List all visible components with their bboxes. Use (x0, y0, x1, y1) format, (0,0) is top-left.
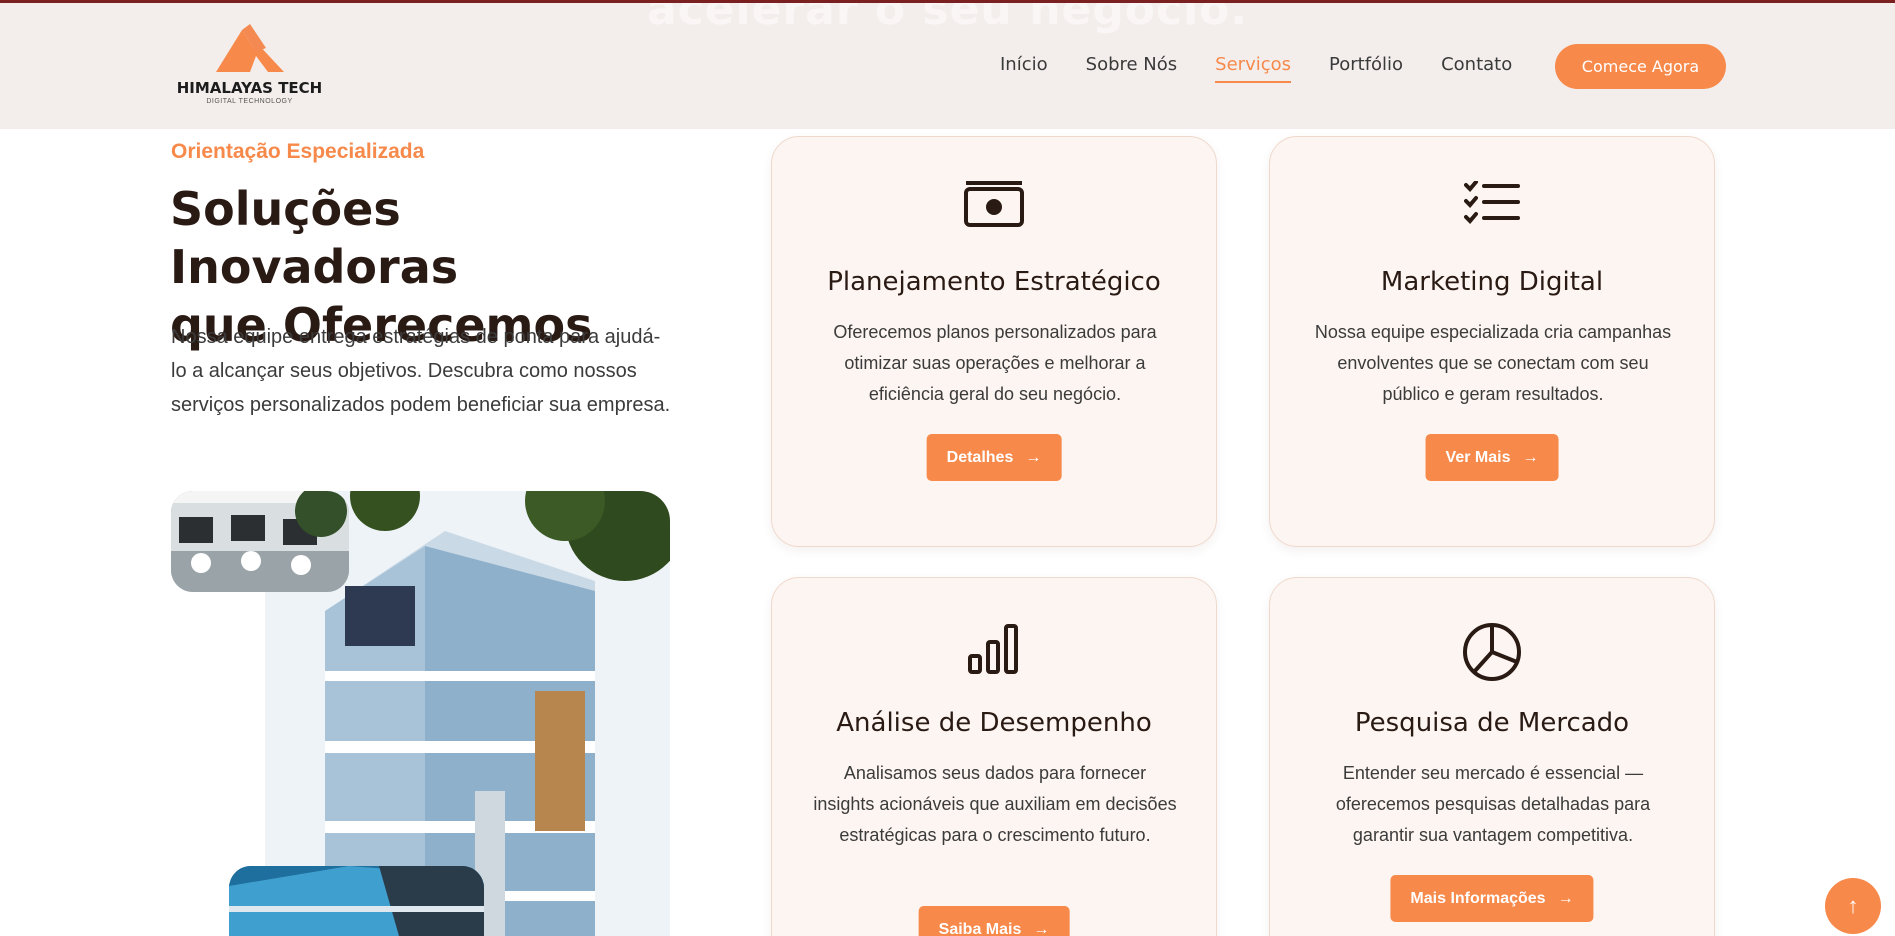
section-intro-text: Nossa equipe entrega estratégias de pont… (171, 326, 671, 416)
checklist-icon (1270, 181, 1714, 237)
office-interior-photo (171, 491, 349, 592)
learn-more-button[interactable]: Saiba Mais → (918, 906, 1070, 936)
main-nav: Início Sobre Nós Serviços Portfólio Cont… (1000, 54, 1512, 83)
button-label: Mais Informações (1410, 889, 1546, 907)
button-label: Ver Mais (1445, 448, 1511, 466)
arrow-up-icon: ↑ (1847, 893, 1859, 918)
service-title: Análise de Desempenho (836, 708, 1152, 738)
service-description: Entender seu mercado é essencial — ofere… (1335, 763, 1651, 845)
service-card-analise: Análise de Desempenho Analisamos seus da… (771, 577, 1217, 936)
service-card-pesquisa: Pesquisa de Mercado Entender seu mercado… (1269, 577, 1715, 936)
nav-link-inicio[interactable]: Início (1000, 54, 1048, 83)
top-border (0, 0, 1895, 3)
more-info-button[interactable]: Mais Informações → (1390, 875, 1594, 922)
site-header: acelerar o seu negócio. HIMALAYAS TECH D… (0, 0, 1895, 129)
service-description: Nossa equipe especializada cria campanha… (1314, 322, 1672, 404)
nav-link-contato[interactable]: Contato (1441, 54, 1512, 83)
nav-link-sobre-nos[interactable]: Sobre Nós (1086, 54, 1178, 83)
nav-link-servicos[interactable]: Serviços (1215, 54, 1291, 83)
pie-chart-icon (1270, 622, 1714, 681)
nav-link-portfolio[interactable]: Portfólio (1329, 54, 1403, 83)
see-more-button[interactable]: Ver Mais → (1425, 434, 1559, 481)
brand-name: HIMALAYAS TECH (176, 79, 323, 97)
background-section-heading: acelerar o seu negócio. (646, 0, 1249, 35)
arrow-right-icon: → (1522, 448, 1539, 466)
get-started-button[interactable]: Comece Agora (1555, 44, 1726, 89)
service-description: Analisamos seus dados para fornecer insi… (813, 763, 1177, 845)
section-eyebrow: Orientação Especializada (171, 140, 425, 163)
service-description: Oferecemos planos personalizados para ot… (833, 322, 1157, 404)
service-title: Marketing Digital (1380, 267, 1604, 297)
building-detail-photo (229, 866, 484, 936)
service-card-marketing: Marketing Digital Nossa equipe especiali… (1269, 136, 1715, 547)
scroll-to-top-button[interactable]: ↑ (1825, 878, 1881, 934)
service-title: Pesquisa de Mercado (1354, 708, 1630, 738)
brand-logo[interactable]: HIMALAYAS TECH DIGITAL TECHNOLOGY (172, 24, 327, 110)
money-icon (772, 181, 1216, 237)
brand-tagline: DIGITAL TECHNOLOGY (206, 98, 293, 105)
bar-chart-icon (772, 622, 1216, 678)
arrow-right-icon: → (1557, 889, 1574, 907)
service-card-planejamento: Planejamento Estratégico Oferecemos plan… (771, 136, 1217, 547)
arrow-right-icon: → (1033, 920, 1050, 936)
title-line-1: Soluções Inovadoras (170, 182, 459, 294)
service-title: Planejamento Estratégico (827, 267, 1161, 297)
arrow-right-icon: → (1025, 448, 1042, 466)
button-label: Saiba Mais (938, 920, 1022, 936)
details-button[interactable]: Detalhes → (926, 434, 1062, 481)
button-label: Detalhes (946, 448, 1014, 466)
